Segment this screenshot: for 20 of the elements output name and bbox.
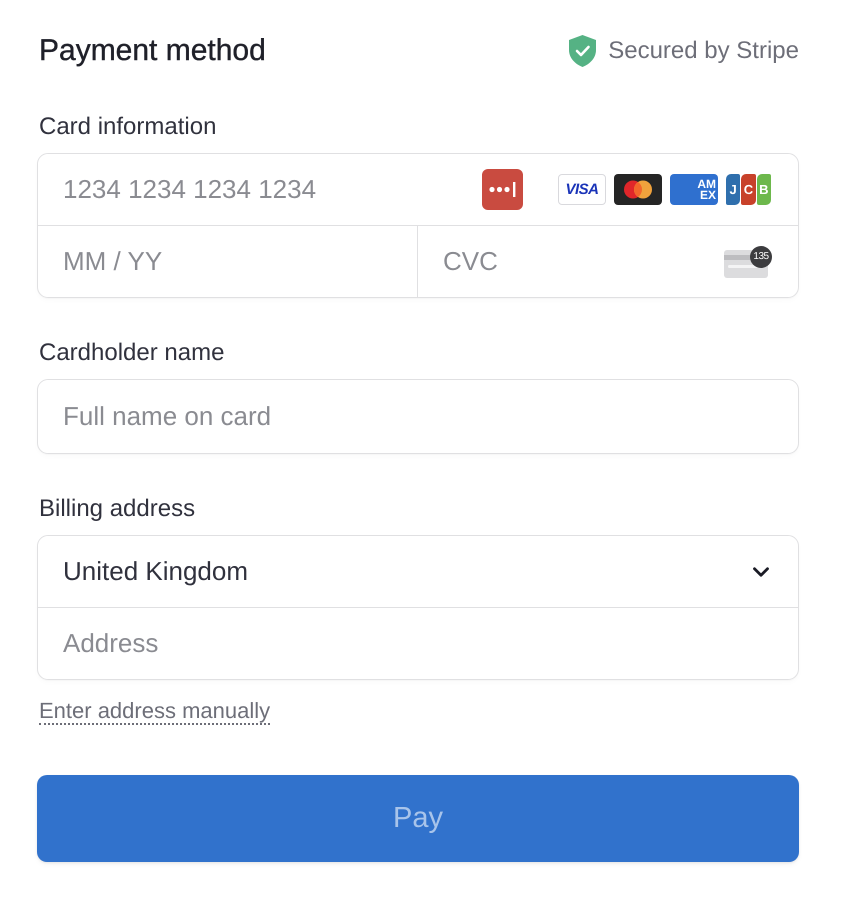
amex-logo: AM EX [670,174,718,205]
field-label: Cardholder name [39,339,224,367]
visa-logo: VISA [558,174,606,205]
card-number-field[interactable]: 1234 1234 1234 1234 VISA AM EX J C B [37,153,799,226]
password-dots-icon[interactable] [482,169,523,210]
card-number-input[interactable]: 1234 1234 1234 1234 [38,154,482,225]
enter-address-link[interactable]: Enter address manually [39,698,270,725]
jcb-logo: J C B [726,174,771,205]
secure-badge-text: Secured by Stripe [608,36,799,66]
shield-check-icon [569,35,596,67]
cvc-field[interactable]: CVC 135 [417,225,799,298]
country-select[interactable]: United Kingdom [37,535,799,608]
expiry-input[interactable]: MM / YY [38,226,417,297]
address-input[interactable]: Address [38,608,798,679]
mastercard-logo [614,174,662,205]
field-label: Card information [39,113,216,141]
field-label: Billing address [39,495,196,523]
cvc-input[interactable]: CVC [418,226,724,297]
form-title: Payment method [39,33,266,69]
cardholder-name-field[interactable]: Full name on card [37,379,799,454]
